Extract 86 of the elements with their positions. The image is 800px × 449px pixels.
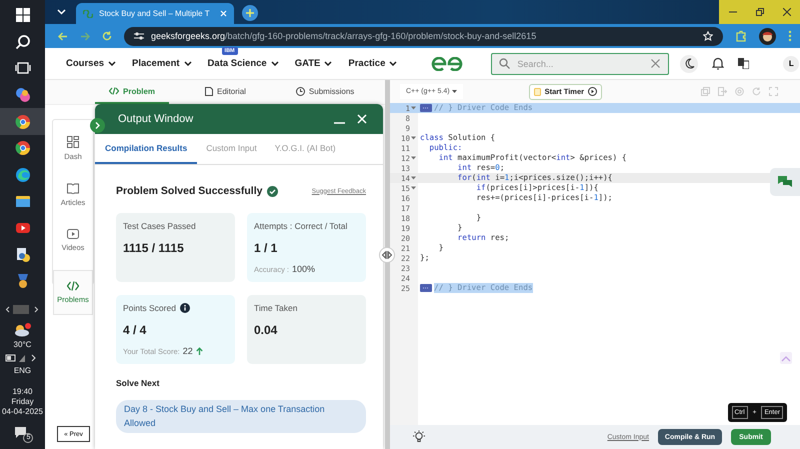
- expand-chevron-icon[interactable]: [90, 118, 105, 133]
- moon-icon: [684, 58, 695, 69]
- clock-time: 19:40: [12, 387, 32, 397]
- code-icon: [109, 87, 119, 95]
- close-icon[interactable]: [220, 10, 227, 17]
- language-indicator[interactable]: ENG: [14, 366, 32, 376]
- scroll-arrows-icon[interactable]: [5, 305, 40, 314]
- fold-caret-icon[interactable]: [411, 106, 416, 110]
- chevron-down-icon: [324, 61, 332, 66]
- stat-label: Time Taken: [254, 303, 298, 313]
- favicon-icon: [83, 10, 93, 18]
- temperature-text: 30°C: [14, 340, 32, 350]
- stat-note-value: 100%: [292, 264, 316, 274]
- site-settings-icon[interactable]: [134, 32, 144, 40]
- lightbulb-icon[interactable]: [412, 430, 426, 444]
- chevron-down-icon: [108, 61, 116, 66]
- play-icon: [588, 87, 598, 96]
- clear-icon[interactable]: [651, 59, 660, 68]
- menu-icon[interactable]: [788, 30, 792, 42]
- stat-label: Test Cases Passed: [123, 221, 196, 231]
- stat-value: 1 / 1: [254, 241, 278, 255]
- result-heading: Problem Solved Successfully: [116, 185, 262, 197]
- dashboard-icon: [67, 136, 79, 148]
- document-icon: [205, 86, 214, 96]
- weather-icon[interactable]: [13, 323, 32, 337]
- search-field[interactable]: Search...: [491, 52, 670, 74]
- problem-tab[interactable]: Editorial: [191, 80, 260, 104]
- profile-avatar[interactable]: [759, 28, 776, 44]
- code-icon: [67, 281, 79, 291]
- chat-button[interactable]: [770, 168, 800, 196]
- app-icon[interactable]: [0, 108, 45, 135]
- tab-list-icon[interactable]: [57, 9, 66, 15]
- translate-icon[interactable]: [738, 58, 750, 69]
- stat-value: 0.04: [254, 323, 278, 337]
- book-icon: [67, 183, 79, 194]
- address-bar[interactable]: geeksforgeeks.org/batch/gfg-160-problems/track/arrays-gfg-160/problem/stock-buy-and-sell2615: [124, 26, 723, 46]
- close-button[interactable]: [773, 0, 800, 24]
- chevron-down-icon: [270, 61, 279, 66]
- fold-caret-icon[interactable]: [411, 176, 416, 180]
- timer-icon: [534, 88, 541, 96]
- fold-caret-icon[interactable]: [411, 186, 416, 190]
- chat-icon: [778, 176, 792, 188]
- stat-label: Attempts : Correct / Total: [254, 221, 348, 231]
- clock-icon: [296, 86, 305, 96]
- next-problem-link[interactable]: Day 8 - Stock Buy and Sell – Max one Transaction Allowed: [116, 400, 366, 433]
- browser-tab[interactable]: Stock Buy and Sell – Multiple T: [76, 3, 234, 24]
- output-tab[interactable]: Compilation Results: [95, 134, 198, 164]
- close-icon[interactable]: [357, 114, 367, 124]
- new-tab-icon[interactable]: [242, 5, 258, 21]
- logo-icon[interactable]: [430, 56, 464, 70]
- problem-tab[interactable]: Submissions: [282, 80, 368, 104]
- nav-menu-item[interactable]: Courses: [66, 58, 116, 69]
- nav-menu-item[interactable]: Placement: [132, 58, 192, 69]
- fold-caret-icon[interactable]: [411, 156, 416, 160]
- caret-icon: [452, 89, 457, 94]
- tab-title: Stock Buy and Sell – Multiple T: [99, 9, 211, 18]
- clock-day: Friday: [11, 397, 34, 407]
- stat-label: Points Scored: [123, 303, 176, 313]
- chevron-down-icon: [184, 61, 192, 66]
- folded-code-icon[interactable]: [420, 284, 432, 292]
- dark-mode-toggle[interactable]: [680, 54, 698, 72]
- nav-menu-item[interactable]: Practice: [348, 58, 398, 69]
- info-icon[interactable]: [180, 303, 190, 313]
- notification-icon[interactable]: [14, 426, 28, 439]
- clock-date: 04-04-2025: [2, 407, 43, 417]
- chevron-down-icon: [389, 61, 398, 66]
- section-heading: Solve Next: [116, 378, 160, 388]
- notification-bell-icon[interactable]: [712, 57, 724, 70]
- stat-value: 1115 / 1115: [123, 241, 185, 255]
- stat-value: 4 / 4: [123, 323, 148, 337]
- video-icon: [67, 229, 79, 239]
- window-title: Output Window: [118, 113, 194, 125]
- search-icon: [499, 58, 510, 69]
- fold-caret-icon[interactable]: [411, 136, 416, 140]
- nav-menu-item[interactable]: GATE: [294, 58, 332, 69]
- back-icon[interactable]: [58, 32, 68, 40]
- folded-code-icon[interactable]: [420, 104, 432, 112]
- stat-note-value: 22: [182, 346, 193, 356]
- check-icon: [267, 186, 278, 196]
- url-text: geeksforgeeks.org/batch/gfg-160-problems/track/arrays-gfg-160/problem/stock-buy-and-sell2615: [151, 31, 538, 41]
- restore-icon: [756, 8, 764, 16]
- close-icon: [782, 8, 790, 16]
- extension-icon[interactable]: [735, 30, 747, 42]
- user-avatar[interactable]: L: [783, 56, 800, 72]
- bookmark-star-icon[interactable]: [703, 31, 713, 41]
- reload-icon[interactable]: [102, 31, 112, 41]
